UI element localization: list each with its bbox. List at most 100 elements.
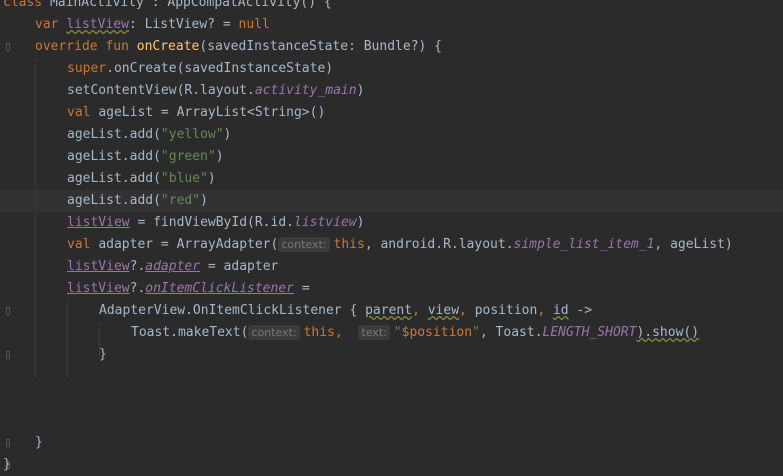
code-editor[interactable]: class MainActivity : AppCompatActivity()… <box>0 0 783 476</box>
code-text: super.onCreate(savedInstanceState) <box>67 58 333 80</box>
parameter-hint: context: <box>248 325 300 340</box>
code-token: } <box>99 347 107 362</box>
code-token: $position <box>401 325 473 340</box>
code-line[interactable]: ageList.add("blue") <box>0 168 783 202</box>
code-line[interactable]: listView?.adapter = adapter <box>0 256 783 290</box>
code-token: view <box>427 303 460 318</box>
code-token: override fun <box>35 39 137 54</box>
code-text: } <box>35 432 43 454</box>
code-token: , <box>364 237 381 252</box>
code-text: val adapter = ArrayAdapter(context: this,… <box>67 234 733 256</box>
code-token: ageList.add( <box>67 127 161 142</box>
code-text: var listView: ListView? = null <box>35 14 270 36</box>
code-token: " <box>472 325 480 340</box>
code-line[interactable] <box>0 410 783 432</box>
code-text: ageList.add("yellow") <box>67 124 231 146</box>
code-token: , <box>334 325 359 340</box>
code-line[interactable]: setContentView(R.layout.activity_main) <box>0 80 783 114</box>
code-token: this <box>303 325 335 340</box>
code-token: MainActivity : AppCompatActivity() { <box>49 0 332 10</box>
code-line[interactable]: class MainActivity : AppCompatActivity()… <box>0 0 783 14</box>
code-token: setContentView(R.layout. <box>67 83 255 98</box>
code-line[interactable]: Toast.makeText(context: this, text: "$posi… <box>0 322 783 356</box>
fold-marker-icon[interactable] <box>6 351 10 359</box>
code-token: ) <box>215 149 224 164</box>
code-token: , <box>537 303 553 318</box>
code-token: adapter = ArrayAdapter( <box>98 237 279 252</box>
code-token: , Toast. <box>479 325 543 340</box>
code-token: class <box>3 0 50 10</box>
code-token: parent <box>365 303 413 318</box>
code-token: listView <box>67 281 130 296</box>
code-token: simple_list_item_1 <box>513 237 655 252</box>
code-token: Toast.makeText( <box>131 325 249 340</box>
code-line[interactable]: ageList.add("red") <box>0 190 783 224</box>
code-token: ?. <box>129 259 146 274</box>
code-token: } <box>35 435 43 450</box>
code-token: ) <box>356 83 365 98</box>
code-token: "red" <box>160 193 201 208</box>
code-token: var <box>35 17 67 32</box>
code-token: adapter <box>145 259 201 274</box>
code-text: ageList.add("green") <box>67 146 224 168</box>
parameter-hint: context: <box>278 237 330 252</box>
code-line[interactable] <box>0 366 783 388</box>
code-line[interactable]: super.onCreate(savedInstanceState) <box>0 58 783 92</box>
code-token: this <box>333 237 365 252</box>
code-text: class MainActivity : AppCompatActivity()… <box>3 0 332 14</box>
fold-marker-icon[interactable] <box>6 439 10 447</box>
code-token: listview <box>294 215 357 230</box>
fold-marker-icon[interactable] <box>6 307 10 315</box>
code-token: } <box>3 457 11 472</box>
code-text: ageList.add("red") <box>67 190 208 212</box>
code-token: position <box>474 303 538 318</box>
code-token: onCreate <box>136 39 200 54</box>
code-token: : ListView? = <box>128 17 239 32</box>
code-token: "blue" <box>160 171 208 186</box>
code-token: LENGTH_SHORT <box>542 325 637 340</box>
code-token: ageList.add( <box>67 171 161 186</box>
code-text: Toast.makeText(context: this, text: "$posi… <box>131 322 699 344</box>
code-text: } <box>3 454 11 476</box>
code-token: ) <box>200 193 208 208</box>
code-token: ageList = ArrayList<String>() <box>98 105 326 120</box>
code-text: ageList.add("blue") <box>67 168 216 190</box>
code-line[interactable]: override fun onCreate(savedInstanceState… <box>0 36 783 58</box>
code-token: = <box>294 281 310 296</box>
code-token: android.R.layout. <box>380 237 514 252</box>
code-token: "green" <box>160 149 216 164</box>
code-token: ) <box>207 171 216 186</box>
code-text: listView?.adapter = adapter <box>67 256 278 278</box>
code-token: "yellow" <box>160 127 224 142</box>
code-line[interactable]: } <box>0 454 783 476</box>
code-token: " <box>393 325 402 340</box>
code-token: null <box>238 17 270 32</box>
code-line[interactable]: AdapterView.OnItemClickListener { parent… <box>0 300 783 334</box>
code-text: listView?.onItemClickListener = <box>67 278 310 300</box>
code-line[interactable]: ageList.add("yellow") <box>0 124 783 158</box>
parameter-hint: text: <box>358 325 390 340</box>
code-line[interactable]: ageList.add("green") <box>0 146 783 180</box>
code-line[interactable]: val adapter = ArrayAdapter(context: this,… <box>0 234 783 268</box>
code-token: ageList.add( <box>67 149 161 164</box>
fold-marker-icon[interactable] <box>6 43 10 51</box>
code-line[interactable]: } <box>0 344 783 378</box>
code-line[interactable]: listView = findViewById(R.id.listview) <box>0 212 783 246</box>
code-text: } <box>99 344 107 366</box>
code-token: ageList.add( <box>67 193 161 208</box>
code-line[interactable] <box>0 388 783 410</box>
code-token: id <box>552 303 569 318</box>
code-token: = adapter <box>200 259 279 274</box>
code-text: setContentView(R.layout.activity_main) <box>67 80 364 102</box>
code-line[interactable]: var listView: ListView? = null <box>0 14 783 36</box>
code-token: ?. <box>129 281 146 296</box>
code-line[interactable]: val ageList = ArrayList<String>() <box>0 102 783 136</box>
code-token: listView <box>67 215 130 230</box>
code-token: .onCreate(savedInstanceState) <box>106 61 334 76</box>
code-line[interactable]: } <box>0 432 783 454</box>
code-text: AdapterView.OnItemClickListener { parent… <box>99 300 592 322</box>
code-token: listView <box>66 17 129 32</box>
code-token: -> <box>568 303 593 318</box>
code-line[interactable]: listView?.onItemClickListener = <box>0 278 783 312</box>
code-token: ) <box>356 215 365 230</box>
